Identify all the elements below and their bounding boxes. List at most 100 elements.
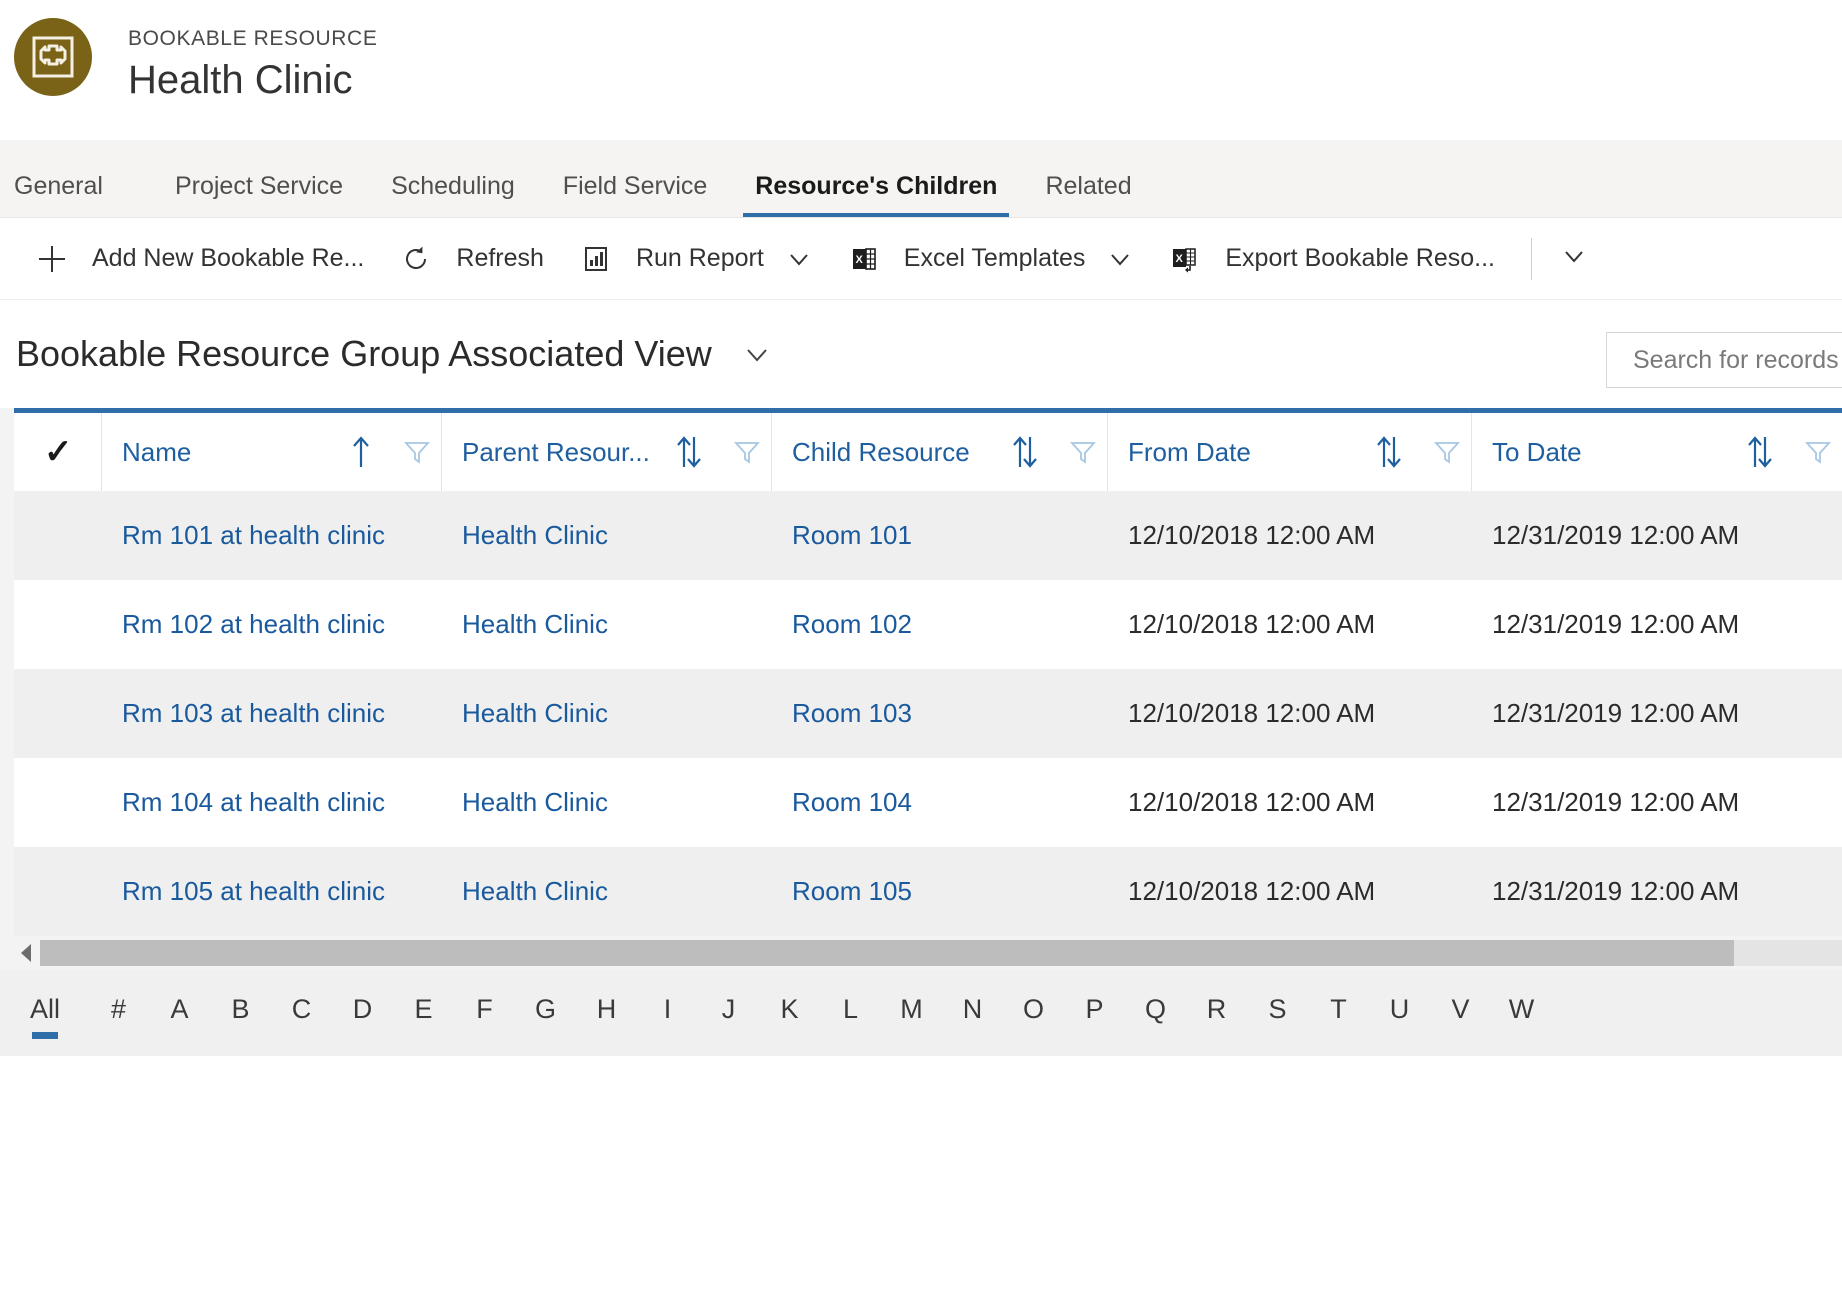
alpha-filter-p[interactable]: P	[1064, 988, 1125, 1039]
record-link[interactable]: Room 102	[792, 609, 912, 640]
tab-resources-children[interactable]: Resource's Children	[731, 172, 1021, 217]
row-checkbox[interactable]	[14, 669, 102, 758]
alpha-filter-g[interactable]: G	[515, 988, 576, 1039]
alpha-filter-w[interactable]: W	[1491, 988, 1552, 1039]
record-link[interactable]: Rm 104 at health clinic	[122, 787, 385, 818]
alpha-filter-q[interactable]: Q	[1125, 988, 1186, 1039]
sort-icon[interactable]	[1746, 435, 1774, 469]
sort-icon[interactable]	[1375, 435, 1403, 469]
header-text-block: BOOKABLE RESOURCE Health Clinic	[128, 14, 377, 105]
alpha-filter-d[interactable]: D	[332, 988, 393, 1039]
record-link[interactable]: Room 101	[792, 520, 912, 551]
column-header-parent-resource[interactable]: Parent Resour...	[442, 413, 772, 491]
alpha-filter-c[interactable]: C	[271, 988, 332, 1039]
filter-icon[interactable]	[733, 438, 761, 466]
report-chart-icon	[580, 243, 612, 275]
column-header-tools	[1011, 435, 1107, 469]
command-bar-overflow-button[interactable]	[1538, 218, 1610, 299]
alpha-filter-s[interactable]: S	[1247, 988, 1308, 1039]
record-link[interactable]: Room 104	[792, 787, 912, 818]
record-link[interactable]: Room 105	[792, 876, 912, 907]
cell-parent-resource: Health Clinic	[442, 491, 772, 580]
row-checkbox[interactable]	[14, 847, 102, 936]
record-link[interactable]: Health Clinic	[462, 520, 608, 551]
table-row[interactable]: Rm 102 at health clinic Health Clinic Ro…	[14, 580, 1842, 669]
alpha-filter-j[interactable]: J	[698, 988, 759, 1039]
alpha-filter-h[interactable]: H	[576, 988, 637, 1039]
record-link[interactable]: Health Clinic	[462, 698, 608, 729]
filter-icon[interactable]	[1804, 438, 1832, 466]
svg-text:X: X	[1176, 253, 1184, 265]
alpha-filter-e[interactable]: E	[393, 988, 454, 1039]
table-row[interactable]: Rm 105 at health clinic Health Clinic Ro…	[14, 847, 1842, 936]
select-all-checkbox[interactable]: ✓	[14, 413, 102, 491]
row-checkbox[interactable]	[14, 491, 102, 580]
caret-left-icon[interactable]	[14, 940, 40, 966]
column-header-name[interactable]: Name	[102, 413, 442, 491]
row-checkbox[interactable]	[14, 758, 102, 847]
tab-general[interactable]: General	[14, 172, 127, 217]
column-header-child-resource[interactable]: Child Resource	[772, 413, 1108, 491]
record-link[interactable]: Rm 103 at health clinic	[122, 698, 385, 729]
record-link[interactable]: Room 103	[792, 698, 912, 729]
alpha-filter-u[interactable]: U	[1369, 988, 1430, 1039]
search-input[interactable]	[1631, 344, 1842, 376]
record-link[interactable]: Rm 105 at health clinic	[122, 876, 385, 907]
alpha-filter-m[interactable]: M	[881, 988, 942, 1039]
horizontal-scrollbar[interactable]	[0, 936, 1842, 970]
alpha-filter-b[interactable]: B	[210, 988, 271, 1039]
tab-related[interactable]: Related	[1021, 172, 1155, 217]
alpha-filter-a[interactable]: A	[149, 988, 210, 1039]
chevron-down-icon[interactable]	[786, 246, 812, 272]
row-checkbox[interactable]	[14, 580, 102, 669]
chevron-down-icon[interactable]	[1107, 246, 1133, 272]
excel-templates-button[interactable]: X Excel Templates	[830, 218, 1152, 299]
add-new-bookable-resource-button[interactable]: Add New Bookable Re...	[18, 218, 382, 299]
sort-icon[interactable]	[1011, 435, 1039, 469]
tab-field-service[interactable]: Field Service	[539, 172, 732, 217]
table-row[interactable]: Rm 103 at health clinic Health Clinic Ro…	[14, 669, 1842, 758]
filter-icon[interactable]	[403, 438, 431, 466]
column-header-label: From Date	[1128, 436, 1251, 467]
view-selector-chevron-down-icon[interactable]	[742, 339, 772, 369]
table-row[interactable]: Rm 104 at health clinic Health Clinic Ro…	[14, 758, 1842, 847]
export-bookable-resources-button[interactable]: X Export Bookable Reso...	[1151, 218, 1513, 299]
refresh-button[interactable]: Refresh	[382, 218, 562, 299]
record-link[interactable]: Health Clinic	[462, 787, 608, 818]
alpha-filter-o[interactable]: O	[1003, 988, 1064, 1039]
record-link[interactable]: Health Clinic	[462, 876, 608, 907]
from-date-value: 12/10/2018 12:00 AM	[1128, 609, 1376, 639]
alpha-filter-all[interactable]: All	[30, 988, 60, 1039]
record-link[interactable]: Health Clinic	[462, 609, 608, 640]
alpha-filter-r[interactable]: R	[1186, 988, 1247, 1039]
alpha-filter-f[interactable]: F	[454, 988, 515, 1039]
record-link[interactable]: Rm 102 at health clinic	[122, 609, 385, 640]
column-header-to-date[interactable]: To Date	[1472, 413, 1842, 491]
cell-parent-resource: Health Clinic	[442, 758, 772, 847]
column-header-from-date[interactable]: From Date	[1108, 413, 1472, 491]
record-link[interactable]: Rm 101 at health clinic	[122, 520, 385, 551]
run-report-button[interactable]: Run Report	[562, 218, 830, 299]
cell-from-date: 12/10/2018 12:00 AM	[1108, 669, 1472, 758]
tab-project-service[interactable]: Project Service	[151, 172, 367, 217]
column-header-tools	[1375, 435, 1471, 469]
filter-icon[interactable]	[1069, 438, 1097, 466]
bookable-resource-icon	[32, 36, 74, 78]
cell-name: Rm 102 at health clinic	[102, 580, 442, 669]
filter-icon[interactable]	[1433, 438, 1461, 466]
alpha-filter-k[interactable]: K	[759, 988, 820, 1039]
alpha-filter-hash[interactable]: #	[88, 988, 149, 1039]
alpha-filter-n[interactable]: N	[942, 988, 1003, 1039]
tab-scheduling[interactable]: Scheduling	[367, 172, 539, 217]
sort-ascending-icon[interactable]	[349, 435, 373, 469]
search-box[interactable]	[1606, 332, 1842, 388]
sort-icon[interactable]	[675, 435, 703, 469]
alpha-filter-l[interactable]: L	[820, 988, 881, 1039]
cell-parent-resource: Health Clinic	[442, 669, 772, 758]
alpha-filter-v[interactable]: V	[1430, 988, 1491, 1039]
table-row[interactable]: Rm 101 at health clinic Health Clinic Ro…	[14, 491, 1842, 580]
scrollbar-thumb[interactable]	[40, 940, 1734, 966]
scrollbar-track[interactable]	[40, 940, 1842, 966]
alpha-filter-t[interactable]: T	[1308, 988, 1369, 1039]
alpha-filter-i[interactable]: I	[637, 988, 698, 1039]
